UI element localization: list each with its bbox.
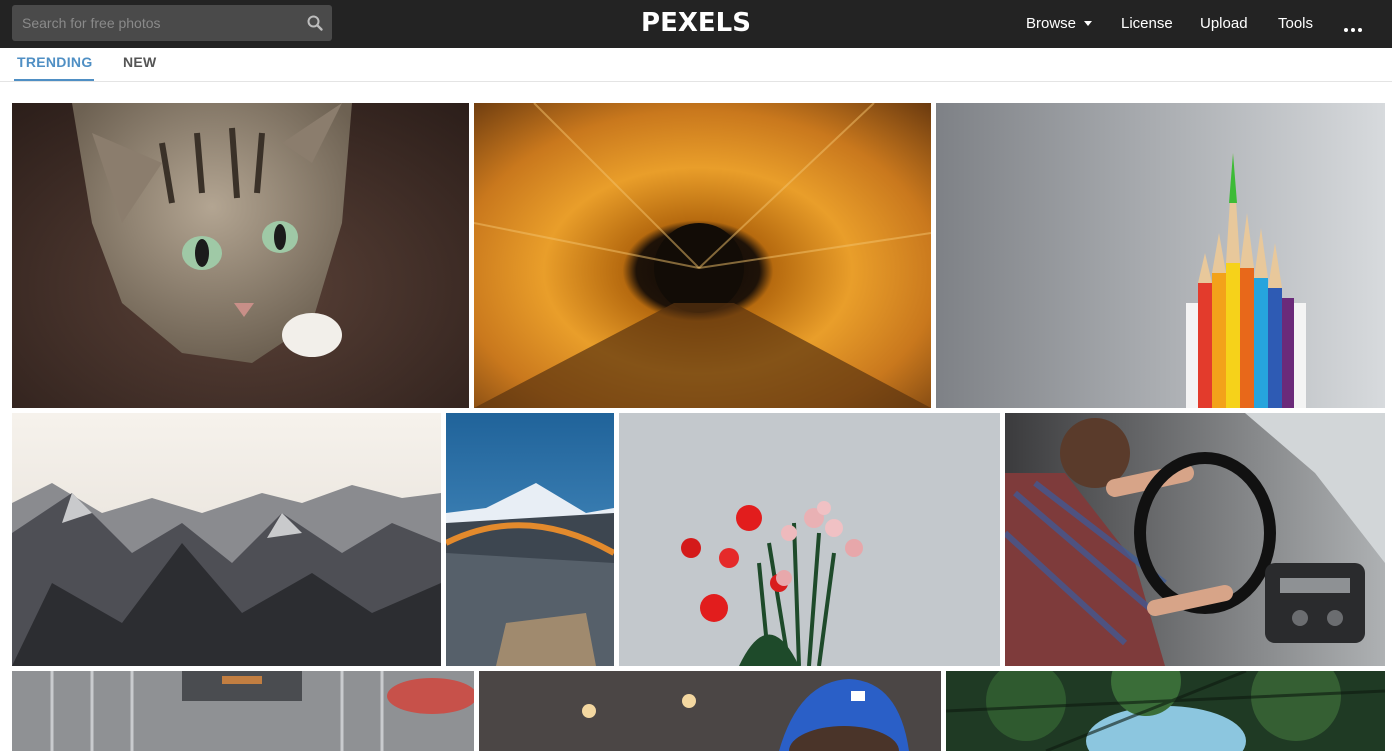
browse-label: Browse (1026, 15, 1077, 32)
feed-tabs: TRENDING NEW (0, 48, 1392, 82)
photo-mountains[interactable] (12, 413, 441, 666)
top-navigation-bar: PEXELS Browse License Upload Tools (0, 0, 1392, 48)
tab-trending[interactable]: TRENDING (17, 54, 93, 70)
photo-tent-mountain[interactable] (446, 413, 614, 666)
caret-down-icon (1084, 20, 1093, 26)
photo-tunnel[interactable] (474, 103, 931, 408)
photo-tree-canopy[interactable] (946, 671, 1385, 751)
photo-subway-interior[interactable] (12, 671, 474, 751)
photo-colored-pencils[interactable] (936, 103, 1385, 408)
tab-new[interactable]: NEW (123, 54, 157, 70)
photo-carnations[interactable] (619, 413, 1000, 666)
photo-cat[interactable] (12, 103, 469, 408)
browse-menu[interactable]: Browse (1026, 0, 1093, 48)
pexels-logo[interactable]: PEXELS (0, 8, 1392, 38)
license-link[interactable]: License (1121, 0, 1173, 48)
active-tab-indicator (14, 79, 94, 81)
upload-link[interactable]: Upload (1200, 0, 1248, 48)
photo-man-blue-cap[interactable] (479, 671, 941, 751)
tools-link[interactable]: Tools (1278, 0, 1313, 48)
more-options-icon[interactable] (1344, 19, 1366, 32)
photo-driver[interactable] (1005, 413, 1385, 666)
